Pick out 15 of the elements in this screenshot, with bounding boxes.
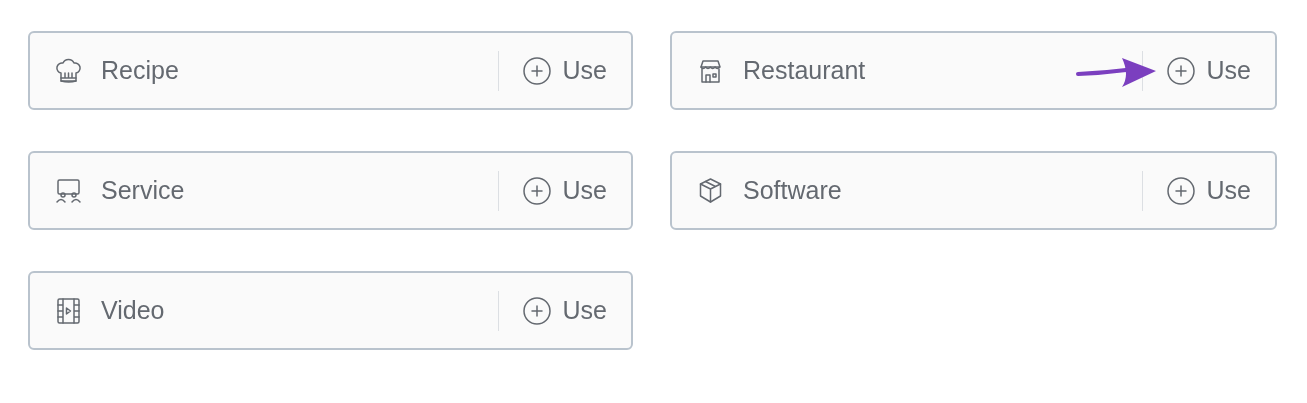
plus-circle-icon xyxy=(522,56,551,85)
schema-label: Restaurant xyxy=(743,56,867,85)
schema-label: Software xyxy=(743,176,843,205)
schema-label: Service xyxy=(101,176,186,205)
use-button[interactable]: Use xyxy=(522,296,607,325)
use-button[interactable]: Use xyxy=(522,56,607,85)
schema-label: Video xyxy=(101,296,166,325)
plus-circle-icon xyxy=(1166,56,1195,85)
use-button[interactable]: Use xyxy=(1166,56,1251,85)
use-button[interactable]: Use xyxy=(522,176,607,205)
plus-circle-icon xyxy=(522,176,551,205)
plus-circle-icon xyxy=(522,296,551,325)
schema-label: Recipe xyxy=(101,56,180,85)
use-button[interactable]: Use xyxy=(1166,176,1251,205)
plus-circle-icon xyxy=(1166,176,1195,205)
